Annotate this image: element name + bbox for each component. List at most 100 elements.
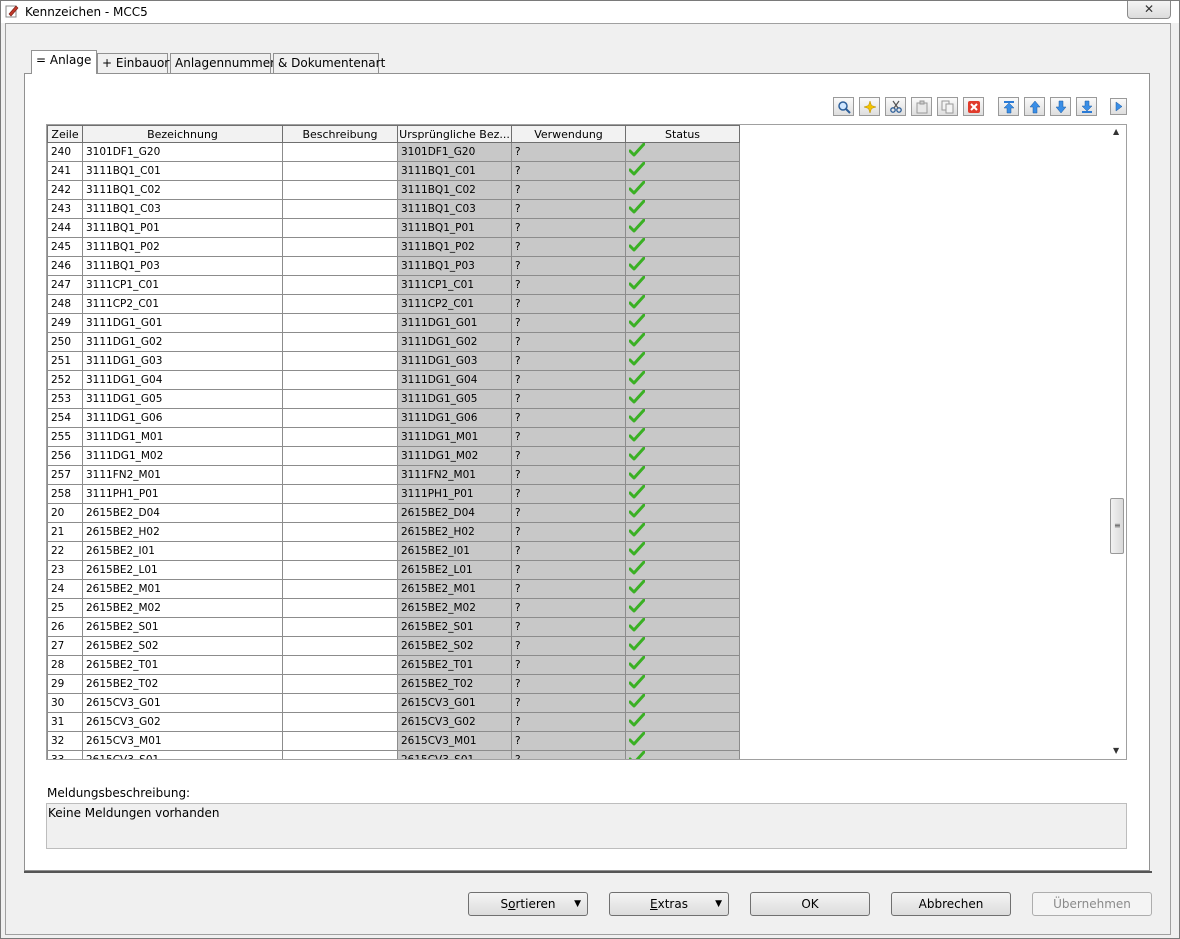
bezeichnung-cell[interactable]: 3111PH1_P01	[82, 484, 283, 504]
beschreibung-cell[interactable]	[282, 275, 398, 295]
bezeichnung-cell[interactable]: 3111DG1_G05	[82, 389, 283, 409]
table-row[interactable]: 257 3111FN2_M01 3111FN2_M01?	[47, 465, 740, 485]
beschreibung-cell[interactable]	[282, 731, 398, 751]
bezeichnung-cell[interactable]: 3111DG1_G02	[82, 332, 283, 352]
beschreibung-cell[interactable]	[282, 465, 398, 485]
bezeichnung-cell[interactable]: 3111FN2_M01	[82, 465, 283, 485]
beschreibung-cell[interactable]	[282, 294, 398, 314]
scroll-down-icon[interactable]: ▼	[1113, 746, 1119, 755]
table-row[interactable]: 26 2615BE2_S01 2615BE2_S01?	[47, 617, 740, 637]
beschreibung-cell[interactable]	[282, 199, 398, 219]
tab-einbauort[interactable]: + Einbauort	[97, 53, 174, 73]
beschreibung-cell[interactable]	[282, 560, 398, 580]
table-row[interactable]: 255 3111DG1_M01 3111DG1_M01?	[47, 427, 740, 447]
beschreibung-cell[interactable]	[282, 655, 398, 675]
beschreibung-cell[interactable]	[282, 484, 398, 504]
table-row[interactable]: 241 3111BQ1_C01 3111BQ1_C01?	[47, 161, 740, 181]
beschreibung-cell[interactable]	[282, 332, 398, 352]
beschreibung-cell[interactable]	[282, 427, 398, 447]
table-row[interactable]: 240 3101DF1_G20 3101DF1_G20?	[47, 142, 740, 162]
bezeichnung-cell[interactable]: 3111BQ1_C02	[82, 180, 283, 200]
beschreibung-cell[interactable]	[282, 161, 398, 181]
col-header-bezeichnung[interactable]: Bezeichnung	[82, 125, 283, 143]
beschreibung-cell[interactable]	[282, 370, 398, 390]
bezeichnung-cell[interactable]: 3101DF1_G20	[82, 142, 283, 162]
bezeichnung-cell[interactable]: 3111DG1_M01	[82, 427, 283, 447]
bezeichnung-cell[interactable]: 2615BE2_T02	[82, 674, 283, 694]
beschreibung-cell[interactable]	[282, 541, 398, 561]
uebernehmen-button[interactable]: Übernehmen	[1032, 892, 1152, 916]
move-down-button[interactable]	[1050, 97, 1071, 116]
beschreibung-cell[interactable]	[282, 237, 398, 257]
bezeichnung-cell[interactable]: 2615CV3_M01	[82, 731, 283, 751]
bezeichnung-cell[interactable]: 3111BQ1_C01	[82, 161, 283, 181]
col-header-zeile[interactable]: Zeile	[47, 125, 83, 143]
beschreibung-cell[interactable]	[282, 712, 398, 732]
bezeichnung-cell[interactable]: 2615BE2_M02	[82, 598, 283, 618]
bezeichnung-cell[interactable]: 3111BQ1_P02	[82, 237, 283, 257]
ok-button[interactable]: OK	[750, 892, 870, 916]
table-row[interactable]: 32 2615CV3_M01 2615CV3_M01?	[47, 731, 740, 751]
tab-dokumentenart[interactable]: & Dokumentenart	[273, 53, 385, 73]
table-row[interactable]: 21 2615BE2_H02 2615BE2_H02?	[47, 522, 740, 542]
move-up-button[interactable]	[1024, 97, 1045, 116]
scroll-right-button[interactable]	[1110, 98, 1127, 115]
col-header-beschreibung[interactable]: Beschreibung	[282, 125, 398, 143]
table-row[interactable]: 20 2615BE2_D04 2615BE2_D04?	[47, 503, 740, 523]
bezeichnung-cell[interactable]: 2615CV3_G02	[82, 712, 283, 732]
beschreibung-cell[interactable]	[282, 218, 398, 238]
bezeichnung-cell[interactable]: 3111DG1_M02	[82, 446, 283, 466]
table-row[interactable]: 242 3111BQ1_C02 3111BQ1_C02?	[47, 180, 740, 200]
table-row[interactable]: 30 2615CV3_G01 2615CV3_G01?	[47, 693, 740, 713]
copy-button[interactable]	[937, 97, 958, 116]
table-row[interactable]: 249 3111DG1_G01 3111DG1_G01?	[47, 313, 740, 333]
vertical-scrollbar[interactable]: ▲ ≡ ▼	[1109, 125, 1126, 759]
table-row[interactable]: 23 2615BE2_L01 2615BE2_L01?	[47, 560, 740, 580]
table-row[interactable]: 246 3111BQ1_P03 3111BQ1_P03?	[47, 256, 740, 276]
bezeichnung-cell[interactable]: 2615CV3_G01	[82, 693, 283, 713]
scroll-up-icon[interactable]: ▲	[1113, 127, 1119, 136]
table-row[interactable]: 245 3111BQ1_P02 3111BQ1_P02?	[47, 237, 740, 257]
beschreibung-cell[interactable]	[282, 636, 398, 656]
table-row[interactable]: 247 3111CP1_C01 3111CP1_C01?	[47, 275, 740, 295]
bezeichnung-cell[interactable]: 3111DG1_G01	[82, 313, 283, 333]
bezeichnung-cell[interactable]: 2615BE2_H02	[82, 522, 283, 542]
table-row[interactable]: 256 3111DG1_M02 3111DG1_M02?	[47, 446, 740, 466]
beschreibung-cell[interactable]	[282, 617, 398, 637]
bezeichnung-cell[interactable]: 2615BE2_S02	[82, 636, 283, 656]
table-row[interactable]: 254 3111DG1_G06 3111DG1_G06?	[47, 408, 740, 428]
table-row[interactable]: 25 2615BE2_M02 2615BE2_M02?	[47, 598, 740, 618]
table-row[interactable]: 251 3111DG1_G03 3111DG1_G03?	[47, 351, 740, 371]
bezeichnung-cell[interactable]: 3111BQ1_P01	[82, 218, 283, 238]
table-row[interactable]: 22 2615BE2_I01 2615BE2_I01?	[47, 541, 740, 561]
tab-anlagennummer[interactable]: Anlagennummer	[170, 53, 275, 73]
extras-button[interactable]: Extras ▼	[609, 892, 729, 916]
bezeichnung-cell[interactable]: 3111DG1_G06	[82, 408, 283, 428]
col-header-urspruengliche-bez[interactable]: Ursprüngliche Bez...	[397, 125, 512, 143]
bezeichnung-cell[interactable]: 3111BQ1_C03	[82, 199, 283, 219]
table-row[interactable]: 244 3111BQ1_P01 3111BQ1_P01?	[47, 218, 740, 238]
sortieren-button[interactable]: Sortieren ▼	[468, 892, 588, 916]
scrollbar-thumb[interactable]: ≡	[1110, 498, 1124, 554]
table-row[interactable]: 24 2615BE2_M01 2615BE2_M01?	[47, 579, 740, 599]
table-row[interactable]: 248 3111CP2_C01 3111CP2_C01?	[47, 294, 740, 314]
bezeichnung-cell[interactable]: 3111BQ1_P03	[82, 256, 283, 276]
bezeichnung-cell[interactable]: 3111DG1_G04	[82, 370, 283, 390]
table-row[interactable]: 27 2615BE2_S02 2615BE2_S02?	[47, 636, 740, 656]
bezeichnung-cell[interactable]: 2615BE2_D04	[82, 503, 283, 523]
bezeichnung-cell[interactable]: 3111CP2_C01	[82, 294, 283, 314]
table-row[interactable]: 28 2615BE2_T01 2615BE2_T01?	[47, 655, 740, 675]
table-row[interactable]: 258 3111PH1_P01 3111PH1_P01?	[47, 484, 740, 504]
tab-anlage[interactable]: = Anlage	[31, 50, 97, 74]
beschreibung-cell[interactable]	[282, 693, 398, 713]
new-button[interactable]	[859, 97, 880, 116]
bezeichnung-cell[interactable]: 2615BE2_I01	[82, 541, 283, 561]
bezeichnung-cell[interactable]: 3111CP1_C01	[82, 275, 283, 295]
beschreibung-cell[interactable]	[282, 674, 398, 694]
search-button[interactable]	[833, 97, 854, 116]
table-row[interactable]: 29 2615BE2_T02 2615BE2_T02?	[47, 674, 740, 694]
col-header-verwendung[interactable]: Verwendung	[511, 125, 626, 143]
beschreibung-cell[interactable]	[282, 142, 398, 162]
move-top-button[interactable]	[998, 97, 1019, 116]
table-row[interactable]: 253 3111DG1_G05 3111DG1_G05?	[47, 389, 740, 409]
